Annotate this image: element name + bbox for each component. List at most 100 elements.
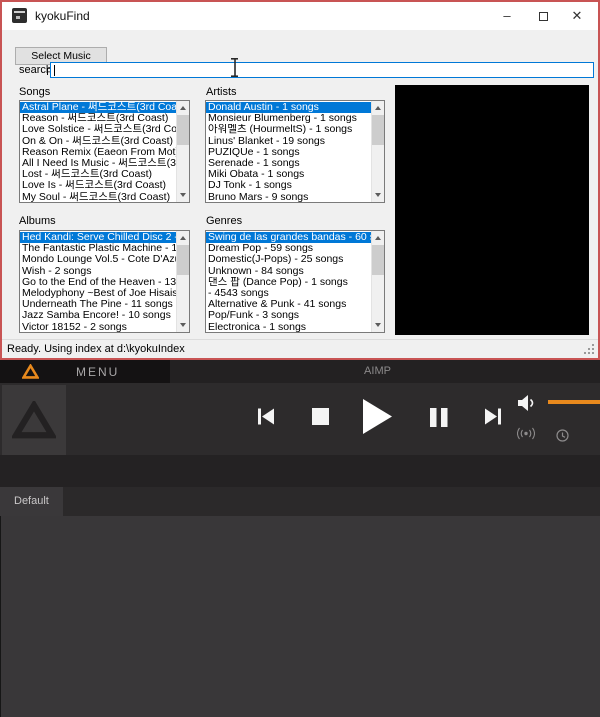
playlist-tab-default[interactable]: Default bbox=[0, 487, 63, 516]
list-item[interactable]: Hed Kandi: Serve Chilled Disc 2 - 14 son… bbox=[20, 232, 176, 244]
volume-slider[interactable] bbox=[548, 400, 600, 404]
artists-list[interactable]: Donald Austin - 1 songs Monsieur Blumenbe… bbox=[205, 100, 385, 203]
list-item[interactable]: Monsieur Blumenberg - 1 songs bbox=[206, 113, 371, 124]
list-item[interactable]: DJ Tonk - 1 songs bbox=[206, 180, 371, 191]
status-text: Ready. Using index at d:\kyokuIndex bbox=[7, 343, 185, 355]
genres-scrollbar[interactable] bbox=[371, 231, 384, 332]
list-item[interactable]: 아워멜츠 (HourmeltS) - 1 songs bbox=[206, 124, 371, 135]
resize-grip[interactable] bbox=[592, 352, 594, 354]
list-item[interactable]: My Soul - 써드코스트(3rd Coast) bbox=[20, 192, 176, 203]
list-item[interactable]: Swing de las grandes bandas - 60 songs bbox=[206, 232, 371, 244]
search-input[interactable] bbox=[50, 62, 594, 78]
window-title: kyokuFind bbox=[35, 9, 90, 23]
stop-button[interactable] bbox=[312, 408, 329, 425]
menu-label: MENU bbox=[76, 365, 120, 379]
statusbar: Ready. Using index at d:\kyokuIndex bbox=[2, 339, 598, 358]
list-item[interactable]: Pop/Funk - 3 songs bbox=[206, 310, 371, 321]
list-item[interactable]: Lost - 써드코스트(3rd Coast) bbox=[20, 169, 176, 180]
scroll-down-icon[interactable] bbox=[372, 189, 384, 202]
aimp-title: AIMP bbox=[364, 365, 391, 377]
list-item[interactable]: Mondo Lounge Vol.5 - Cote D'Azur Sunda bbox=[20, 254, 176, 265]
scroll-up-icon[interactable] bbox=[372, 101, 384, 114]
scroll-down-icon[interactable] bbox=[177, 319, 189, 332]
list-item[interactable]: Underneath The Pine - 11 songs bbox=[20, 299, 176, 310]
scrollbar-thumb[interactable] bbox=[177, 115, 189, 145]
scrollbar-thumb[interactable] bbox=[372, 115, 384, 145]
scrollbar-thumb[interactable] bbox=[177, 245, 189, 275]
list-item[interactable]: Dream Pop - 59 songs bbox=[206, 243, 371, 254]
scroll-down-icon[interactable] bbox=[177, 189, 189, 202]
genres-label: Genres bbox=[206, 215, 243, 227]
list-item[interactable]: Domestic(J-Pops) - 25 songs bbox=[206, 254, 371, 265]
scroll-up-icon[interactable] bbox=[177, 101, 189, 114]
list-item[interactable]: Miki Obata - 1 songs bbox=[206, 169, 371, 180]
list-item[interactable]: - 4543 songs bbox=[206, 288, 371, 299]
albums-label: Albums bbox=[19, 215, 56, 227]
broadcast-icon[interactable] bbox=[517, 427, 535, 440]
scroll-up-icon[interactable] bbox=[177, 231, 189, 244]
songs-scrollbar[interactable] bbox=[176, 101, 189, 202]
scroll-down-icon[interactable] bbox=[372, 319, 384, 332]
text-caret bbox=[54, 65, 55, 76]
titlebar[interactable]: kyokuFind – ✕ bbox=[2, 2, 598, 30]
list-item[interactable]: 댄스 팝 (Dance Pop) - 1 songs bbox=[206, 277, 371, 288]
maximize-icon bbox=[538, 12, 548, 22]
maximize-button[interactable] bbox=[528, 2, 558, 30]
list-item[interactable]: Victor 18152 - 2 songs bbox=[20, 322, 176, 333]
artists-scrollbar[interactable] bbox=[371, 101, 384, 202]
list-item[interactable]: Bruno Mars - 9 songs bbox=[206, 192, 371, 203]
scroll-up-icon[interactable] bbox=[372, 231, 384, 244]
songs-list[interactable]: Astral Plane - 써드코스트(3rd Coast) Reason - … bbox=[19, 100, 190, 203]
search-label: search bbox=[19, 64, 53, 76]
list-item[interactable]: Alternative & Punk - 41 songs bbox=[206, 299, 371, 310]
ibeam-cursor bbox=[231, 58, 238, 77]
previous-button[interactable] bbox=[258, 408, 275, 425]
scheduler-clock-icon[interactable] bbox=[556, 429, 569, 442]
volume-icon[interactable] bbox=[518, 395, 536, 411]
album-art-placeholder bbox=[2, 385, 66, 455]
artists-label: Artists bbox=[206, 86, 237, 98]
list-item[interactable]: Donald Austin - 1 songs bbox=[206, 102, 371, 114]
list-item[interactable]: Love Solstice - 써드코스트(3rd Coast) bbox=[20, 124, 176, 135]
aimp-logo-icon bbox=[22, 364, 39, 379]
list-item[interactable]: Go to the End of the Heaven - 13 songs bbox=[20, 277, 176, 288]
list-item[interactable]: Serenade - 1 songs bbox=[206, 158, 371, 169]
albums-list[interactable]: Hed Kandi: Serve Chilled Disc 2 - 14 son… bbox=[19, 230, 190, 333]
list-item[interactable]: Melodyphony ~Best of Joe Hisaishi~ - 9 s… bbox=[20, 288, 176, 299]
list-item[interactable]: Astral Plane - 써드코스트(3rd Coast) bbox=[20, 102, 176, 114]
list-item[interactable]: PUZIQUe - 1 songs bbox=[206, 147, 371, 158]
albums-scrollbar[interactable] bbox=[176, 231, 189, 332]
list-item[interactable]: Jazz Samba Encore! - 10 songs bbox=[20, 310, 176, 321]
list-item[interactable]: Linus' Blanket - 19 songs bbox=[206, 136, 371, 147]
close-button[interactable]: ✕ bbox=[562, 2, 592, 30]
list-item[interactable]: Reason - 써드코스트(3rd Coast) bbox=[20, 113, 176, 124]
aimp-logo-watermark-icon bbox=[12, 401, 56, 439]
player-lower-strip bbox=[0, 455, 600, 487]
app-icon bbox=[12, 8, 27, 23]
minimize-button[interactable]: – bbox=[492, 2, 522, 30]
playlist-tab-bar: Default bbox=[0, 487, 600, 516]
aimp-player: MENU AIMP Default bbox=[0, 360, 600, 717]
pause-button[interactable] bbox=[430, 408, 448, 427]
list-item[interactable]: The Fantastic Plastic Machine - 12 songs bbox=[20, 243, 176, 254]
list-item[interactable]: On & On - 써드코스트(3rd Coast) bbox=[20, 136, 176, 147]
list-item[interactable]: All I Need Is Music - 써드코스트(3rd Coast) bbox=[20, 158, 176, 169]
songs-label: Songs bbox=[19, 86, 51, 98]
list-item[interactable]: Love Is - 써드코스트(3rd Coast) bbox=[20, 180, 176, 191]
playlist-tab-label: Default bbox=[14, 495, 49, 507]
kyokufind-window: kyokuFind – ✕ Select Music Folder search… bbox=[0, 0, 600, 360]
next-button[interactable] bbox=[484, 408, 501, 425]
aimp-titlebar: MENU AIMP bbox=[0, 360, 600, 383]
list-item[interactable]: Electronica - 1 songs bbox=[206, 322, 371, 333]
list-item[interactable]: Reason Remix (Eaeon From Mot) - 써드코스트(3r… bbox=[20, 147, 176, 158]
minimize-icon: – bbox=[503, 8, 511, 23]
album-art-preview bbox=[395, 85, 589, 335]
list-item[interactable]: Wish - 2 songs bbox=[20, 266, 176, 277]
scrollbar-thumb[interactable] bbox=[372, 245, 384, 275]
playlist-body[interactable] bbox=[0, 516, 600, 717]
play-button[interactable] bbox=[363, 399, 393, 434]
genres-list[interactable]: Swing de las grandes bandas - 60 songsDr… bbox=[205, 230, 385, 333]
menu-button[interactable]: MENU bbox=[0, 360, 170, 383]
close-icon: ✕ bbox=[571, 8, 583, 23]
list-item[interactable]: Unknown - 84 songs bbox=[206, 266, 371, 277]
